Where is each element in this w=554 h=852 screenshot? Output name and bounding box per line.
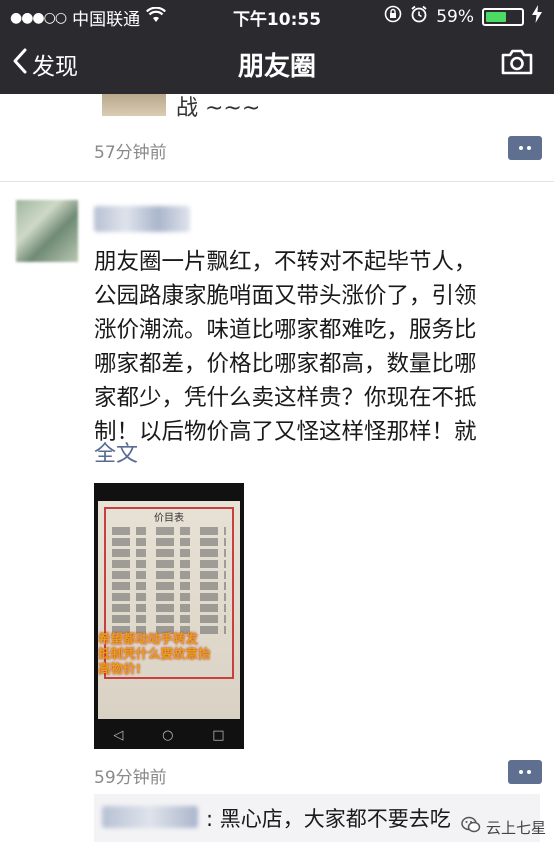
menu-row [112,604,226,612]
menu-row [112,527,226,535]
previous-post-time: 57分钟前 [94,143,167,163]
battery-icon [482,7,524,26]
post-text-line: 制！以后物价高了又怪这样怪那样！就 [94,419,477,445]
back-triangle-icon: ◁ [113,727,124,743]
recent-square-icon: □ [212,727,225,743]
menu-row [112,549,226,557]
camera-button[interactable] [500,48,534,80]
post-text-line: 涨价潮流。味道比哪家都难吃，服务比 [94,317,477,343]
menu-row [112,582,226,590]
home-circle-icon: ○ [162,727,174,743]
camera-icon [500,49,534,80]
nav-bar: 发现 朋友圈 [0,30,554,94]
post-text: 朋友圈一片飘红，不转对不起毕节人， 公园路康家脆哨面又带头涨价了，引领 涨价潮流… [94,245,524,449]
status-right: 59% [384,5,542,28]
dot-icon [519,770,523,774]
previous-post-image[interactable] [102,94,166,116]
comment-username-blurred[interactable] [102,806,198,828]
watermark: 云上七星 [461,816,546,838]
menu-row [112,615,226,623]
overlay-line: 希望都动动手转发 [98,631,199,646]
battery-percent: 59% [436,6,474,27]
comment-text: : 黑心店，大家都不要去吃 [206,807,451,831]
page-title: 朋友圈 [237,52,316,82]
menu-row [112,560,226,568]
menu-photo: 价目表 [98,501,240,719]
dot-icon [527,146,531,150]
post-text-line: 家都少，凭什么卖这样贵？你现在不抵 [94,385,477,411]
menu-row [112,571,226,579]
previous-post-text: 战 ~~~ [176,96,261,121]
menu-title: 价目表 [154,513,184,524]
avatar[interactable] [16,200,78,262]
overlay-line: 高物价! [98,661,142,676]
post-comment-button[interactable] [508,760,542,784]
post-image[interactable]: 价目表 希望都动动手转发 抵制凭什么要故意抬 高物价! ◁ ○ □ [94,483,244,749]
dot-icon [519,146,523,150]
post-text-line: 哪家都差，价格比哪家都高，数量比哪 [94,351,477,377]
wechat-logo-icon [461,816,481,838]
post-time: 59分钟前 [94,768,167,788]
overlay-line: 抵制凭什么要故意抬 [98,646,211,661]
rotation-lock-icon [384,5,402,28]
menu-rows [112,527,226,637]
charging-icon [532,5,542,28]
dot-icon [527,770,531,774]
full-text-link[interactable]: 全文 [94,436,138,468]
post-username-blurred[interactable] [94,206,190,232]
image-overlay-text: 希望都动动手转发 抵制凭什么要故意抬 高物价! [98,631,240,676]
menu-row [112,538,226,546]
menu-row [112,593,226,601]
status-bar: ●●●○○ 中国联通 下午10:55 59% [0,0,554,30]
previous-post-comment-button[interactable] [508,136,542,160]
post-text-line: 朋友圈一片飘红，不转对不起毕节人， [94,249,477,275]
previous-post: 战 ~~~ 57分钟前 [0,94,554,182]
phone-nav-keys: ◁ ○ □ [94,721,244,749]
post-divider [0,181,554,182]
alarm-icon [410,5,428,28]
watermark-label: 云上七星 [486,818,547,837]
post-text-line: 公园路康家脆哨面又带头涨价了，引领 [94,283,477,309]
battery-fill [486,11,507,22]
